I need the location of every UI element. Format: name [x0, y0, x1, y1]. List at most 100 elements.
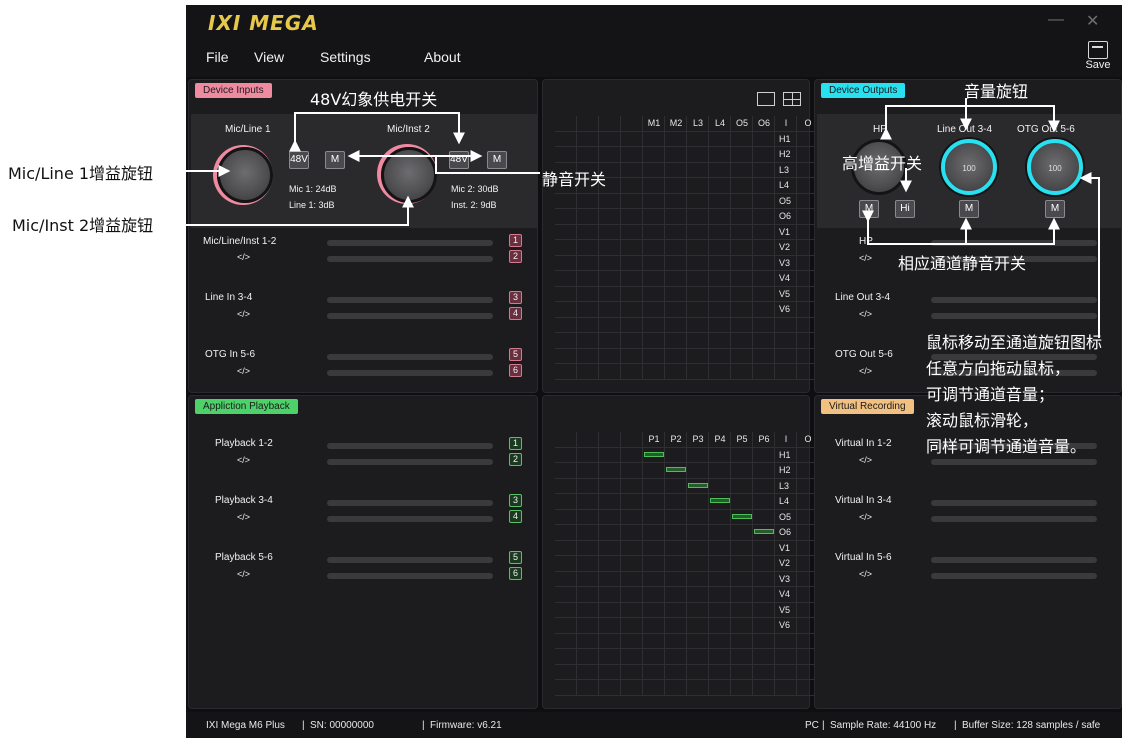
matrix-cell[interactable]: [599, 302, 621, 318]
channel-number-badge[interactable]: 3: [509, 291, 522, 304]
matrix-cell[interactable]: [577, 432, 599, 448]
matrix-cell[interactable]: [621, 240, 643, 256]
matrix-cell[interactable]: [577, 348, 599, 364]
matrix-cell[interactable]: [577, 147, 599, 163]
mute-button-hp[interactable]: M: [859, 200, 879, 218]
matrix-cell[interactable]: [753, 478, 775, 494]
link-toggle[interactable]: </>: [237, 455, 250, 465]
matrix-cell[interactable]: [665, 333, 687, 349]
matrix-cell[interactable]: [665, 271, 687, 287]
matrix-cell[interactable]: [643, 271, 665, 287]
matrix-cell[interactable]: [621, 302, 643, 318]
menu-file[interactable]: File: [206, 49, 229, 65]
matrix-cell[interactable]: [687, 240, 709, 256]
channel-number-badge[interactable]: 6: [509, 567, 522, 580]
matrix-cell[interactable]: [643, 633, 665, 649]
matrix-cell[interactable]: [665, 209, 687, 225]
matrix-cell[interactable]: [665, 193, 687, 209]
matrix-cell[interactable]: [665, 649, 687, 665]
matrix-cell[interactable]: [665, 348, 687, 364]
matrix-cell[interactable]: [577, 224, 599, 240]
matrix-cell[interactable]: [555, 302, 577, 318]
matrix-cell[interactable]: [731, 271, 753, 287]
link-toggle[interactable]: </>: [237, 569, 250, 579]
matrix-cell[interactable]: [643, 162, 665, 178]
matrix-cell[interactable]: [665, 525, 687, 541]
channel-number-badge[interactable]: 2: [509, 453, 522, 466]
matrix-cell[interactable]: [665, 162, 687, 178]
matrix-cell[interactable]: [687, 556, 709, 572]
matrix-cell[interactable]: [621, 571, 643, 587]
matrix-cell[interactable]: [621, 224, 643, 240]
matrix-cell[interactable]: [621, 478, 643, 494]
matrix-cell[interactable]: [753, 209, 775, 225]
matrix-cell[interactable]: [555, 525, 577, 541]
matrix-cell[interactable]: [687, 131, 709, 147]
matrix-cell[interactable]: [577, 664, 599, 680]
mute-button-otg-out[interactable]: M: [1045, 200, 1065, 218]
matrix-cell[interactable]: [731, 255, 753, 271]
matrix-cell[interactable]: [775, 333, 797, 349]
matrix-cell[interactable]: [665, 509, 687, 525]
matrix-cell[interactable]: [687, 633, 709, 649]
matrix-cell[interactable]: [775, 664, 797, 680]
matrix-cell[interactable]: [555, 193, 577, 209]
matrix-cell[interactable]: [753, 364, 775, 380]
matrix-cell[interactable]: [555, 240, 577, 256]
channel-number-badge[interactable]: 6: [509, 364, 522, 377]
matrix-cell[interactable]: [687, 333, 709, 349]
matrix-cell[interactable]: [753, 193, 775, 209]
matrix-cell[interactable]: [687, 664, 709, 680]
matrix-cell[interactable]: [709, 255, 731, 271]
matrix-cell[interactable]: [709, 556, 731, 572]
matrix-cell[interactable]: [621, 162, 643, 178]
matrix-cell[interactable]: [621, 432, 643, 448]
matrix-cell[interactable]: [643, 333, 665, 349]
route-active[interactable]: [710, 498, 730, 503]
link-toggle[interactable]: </>: [859, 309, 872, 319]
matrix-cell[interactable]: [577, 116, 599, 132]
matrix-cell[interactable]: [621, 633, 643, 649]
matrix-cell[interactable]: [643, 178, 665, 194]
matrix-cell[interactable]: [599, 447, 621, 463]
matrix-cell[interactable]: [731, 178, 753, 194]
matrix-cell[interactable]: [555, 509, 577, 525]
matrix-cell[interactable]: [577, 131, 599, 147]
layout-split-icon[interactable]: [783, 92, 801, 106]
matrix-cell[interactable]: [775, 649, 797, 665]
matrix-cell[interactable]: [709, 571, 731, 587]
matrix-cell[interactable]: [599, 131, 621, 147]
matrix-cell[interactable]: [577, 447, 599, 463]
matrix-cell[interactable]: [687, 463, 709, 479]
matrix-cell[interactable]: [599, 587, 621, 603]
matrix-cell[interactable]: [555, 447, 577, 463]
route-active[interactable]: [732, 513, 752, 519]
matrix-cell[interactable]: [775, 364, 797, 380]
matrix-cell[interactable]: [621, 209, 643, 225]
matrix-cell[interactable]: [577, 240, 599, 256]
matrix-cell[interactable]: [753, 633, 775, 649]
link-toggle[interactable]: </>: [237, 512, 250, 522]
matrix-cell[interactable]: [599, 633, 621, 649]
matrix-cell[interactable]: [731, 162, 753, 178]
matrix-cell[interactable]: [753, 224, 775, 240]
matrix-cell[interactable]: [731, 587, 753, 603]
matrix-cell[interactable]: [555, 209, 577, 225]
link-toggle[interactable]: </>: [859, 455, 872, 465]
line-out-volume-knob[interactable]: 100: [941, 139, 997, 195]
matrix-cell[interactable]: [665, 571, 687, 587]
matrix-cell[interactable]: [643, 317, 665, 333]
matrix-cell[interactable]: [599, 525, 621, 541]
matrix-cell[interactable]: [731, 478, 753, 494]
matrix-cell[interactable]: [753, 286, 775, 302]
matrix-cell[interactable]: [665, 618, 687, 634]
matrix-cell[interactable]: [753, 333, 775, 349]
matrix-cell[interactable]: [577, 618, 599, 634]
matrix-cell[interactable]: [621, 333, 643, 349]
matrix-cell[interactable]: [665, 680, 687, 696]
matrix-cell[interactable]: [577, 333, 599, 349]
matrix-cell[interactable]: [621, 463, 643, 479]
otg-out-volume-knob[interactable]: 100: [1027, 139, 1083, 195]
matrix-cell[interactable]: [687, 147, 709, 163]
matrix-cell[interactable]: [753, 147, 775, 163]
